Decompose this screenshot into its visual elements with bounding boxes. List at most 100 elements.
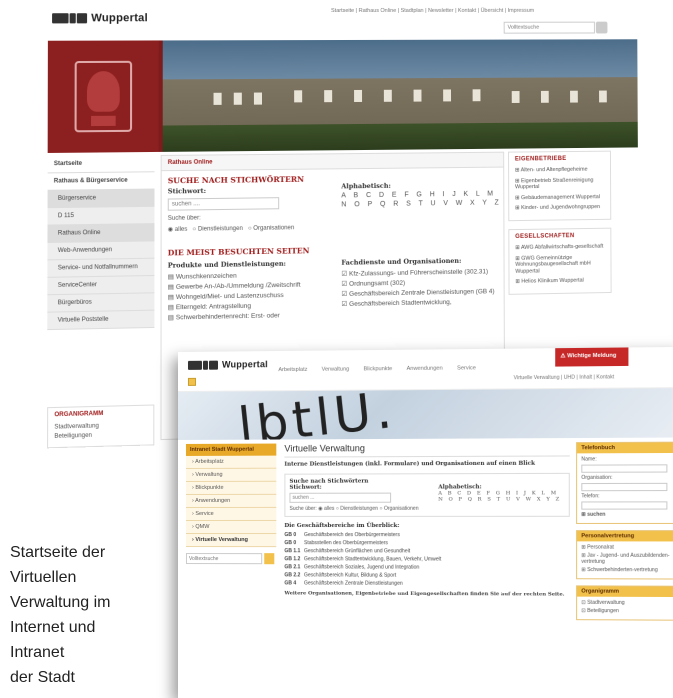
list-item[interactable]: ☑ Geschäftsbereich Stadtentwicklung, — [341, 297, 497, 308]
name-input[interactable] — [581, 464, 668, 473]
right-column: EIGENBETRIEBE ⊞ Alten- und Altenpflegehe… — [508, 150, 612, 303]
nav-d115[interactable]: D 115 — [47, 206, 155, 226]
sidebar-item-service[interactable]: › Service — [185, 507, 277, 521]
home-icon[interactable] — [187, 377, 196, 386]
eigenbetriebe-box: EIGENBETRIEBE ⊞ Alten- und Altenpflegehe… — [508, 150, 612, 222]
intranet-sidebar: Intranet Stadt Wuppertal › Arbeitsplatz … — [185, 443, 277, 565]
list-item[interactable]: ⊞ AWG Abfallwirtschafts-gesellschaft — [515, 244, 604, 252]
menu-blickpunkte[interactable]: Blickpunkte — [364, 366, 393, 372]
organisations-title: Fachdienste und Organisationen: — [341, 256, 462, 267]
intranet-sublinks[interactable]: Virtuelle Verwaltung | UHD | Inhalt | Ko… — [514, 374, 614, 381]
fulltext-search-input[interactable]: Volltextsuche — [503, 21, 595, 34]
sidebar-item-qmw[interactable]: › QMW — [185, 520, 277, 535]
nav-rathaus-buergerservice[interactable]: Rathaus & Bürgerservice — [47, 172, 155, 191]
alphabet-row-2[interactable]: N O P Q R S T U V W X Y Z — [438, 496, 561, 502]
name-label: Name: — [581, 456, 597, 463]
list-item[interactable]: ☑ Geschäftsbereich Zentrale Dienstleistu… — [341, 287, 497, 298]
nav-servicecenter[interactable]: ServiceCenter — [47, 275, 155, 296]
sidebar-item-anwendungen[interactable]: › Anwendungen — [185, 494, 277, 508]
organigramm-box: ORGANIGRAMM Stadtverwaltung Beteiligunge… — [47, 404, 155, 449]
page-intro: Interne Dienstleistungen (inkl. Formular… — [284, 460, 536, 468]
list-item[interactable]: ☑ Kfz-Zulassungs- und Führerscheinstelle… — [341, 267, 497, 278]
nav-buergerbueros[interactable]: Bürgerbüros — [47, 293, 155, 313]
list-item[interactable]: GB 1.1 Geschäftsbereich Grünflächen und … — [284, 548, 569, 555]
alphabet-label: Alphabetisch: — [341, 181, 391, 191]
organigramm-stadtverwaltung[interactable]: Stadtverwaltung — [54, 422, 147, 430]
radio-alles[interactable]: alles — [175, 227, 188, 233]
stichwort-input[interactable]: suchen ... — [289, 492, 392, 503]
telefonbuch-box: Telefonbuch Name: Organisation: Telefon:… — [576, 441, 673, 524]
list-item[interactable]: ▤ Schwerbehindertenrecht: Erst- oder — [168, 310, 328, 321]
sidebar-item-virtuelle-verwaltung[interactable]: › Virtuelle Verwaltung — [185, 534, 277, 548]
nav-web-anwendungen[interactable]: Web-Anwendungen — [47, 241, 155, 261]
list-item[interactable]: ⊞ Gebäudemanagement Wuppertal — [515, 194, 604, 202]
list-item[interactable]: ▤ Wunschkennzeichen — [168, 270, 328, 281]
nav-startseite[interactable]: Startseite — [47, 155, 155, 174]
list-item[interactable]: ▤ Wohngeld/Miet- und Lastenzuschuss — [168, 290, 328, 301]
products-column: Produkte und Dienstleistungen: ▤ Wunschk… — [168, 259, 328, 324]
radio-dienstleistungen[interactable]: Dienstleistungen — [198, 226, 243, 233]
menu-service[interactable]: Service — [457, 365, 476, 371]
alphabet-row-1[interactable]: A B C D E F G H I J K L M — [341, 190, 501, 200]
list-item[interactable]: ☑ Ordnungsamt (302) — [341, 277, 497, 288]
sidebar-search-input[interactable]: Volltextsuche — [185, 553, 263, 565]
list-item[interactable]: ⊞ Personalrat — [581, 544, 669, 550]
list-item[interactable]: ⊞ Helios Klinikum Wuppertal — [515, 278, 604, 286]
list-item[interactable]: ⊡ Beteiligungen — [581, 608, 669, 615]
radio-organisationen[interactable]: Organisationen — [253, 225, 294, 232]
menu-verwaltung[interactable]: Verwaltung — [322, 366, 350, 372]
logo-mark-icon — [187, 360, 218, 370]
list-item[interactable]: ⊞ Alten- und Altenpflegeheime — [515, 166, 604, 174]
alphabet-index: Alphabetisch: A B C D E F G H I J K L M … — [438, 484, 561, 502]
personalvertretung-title: Personalvertretung — [577, 531, 673, 542]
search-icon[interactable] — [264, 553, 275, 565]
menu-anwendungen[interactable]: Anwendungen — [407, 366, 443, 372]
gesellschaften-title: GESELLSCHAFTEN — [515, 233, 575, 240]
list-item[interactable]: GB 4 Geschäftsbereich Zentrale Dienstlei… — [284, 580, 569, 587]
list-item[interactable]: GB 0 Stabsstellen des Oberbürgermeisters — [284, 540, 569, 546]
menu-arbeitsplatz[interactable]: Arbeitsplatz — [278, 367, 307, 373]
sidebar-item-blickpunkte[interactable]: › Blickpunkte — [185, 481, 277, 495]
wuppertal-logo[interactable]: Wuppertal — [52, 12, 148, 24]
organisation-input[interactable] — [581, 482, 668, 492]
list-item[interactable]: GB 1.2 Geschäftsbereich Stadtentwicklung… — [284, 556, 569, 563]
caption-line: Verwaltung im — [10, 594, 111, 611]
list-item[interactable]: ⊞ Eigenbetrieb Straßenreinigung Wupperta… — [515, 177, 604, 191]
more-info-text: Weitere Organisationen, Eigenbetriebe un… — [284, 590, 565, 598]
stichwort-input[interactable]: suchen .... — [167, 197, 280, 211]
logo-text: Wuppertal — [222, 359, 268, 370]
nav-virtuelle-poststelle[interactable]: Virtuelle Poststelle — [47, 310, 155, 331]
sidebar-item-verwaltung[interactable]: › Verwaltung — [185, 468, 277, 482]
nav-buergerservice[interactable]: Bürgerservice — [47, 189, 155, 209]
sidebar-item-arbeitsplatz[interactable]: › Arbeitsplatz — [185, 455, 277, 469]
town-hall-photo — [162, 39, 638, 152]
alphabet-row-2[interactable]: N O P Q R S T U V W X Y Z — [341, 199, 501, 208]
search-icon[interactable] — [595, 21, 608, 34]
bereiche-title: Die Geschäftsbereiche im Überblick: — [284, 522, 400, 530]
list-item[interactable]: GB 0 Geschäftsbereich des Oberbürgermeis… — [284, 532, 569, 538]
list-item[interactable]: ⊞ GWG Gemeinnützige Wohnungsbaugesellsch… — [515, 254, 604, 275]
important-notice-button[interactable]: ⚠ Wichtige Meldung — [555, 347, 629, 367]
list-item[interactable]: ⊞ Schwerbehinderten-vertretung — [581, 567, 669, 573]
caption-line: Internet und — [10, 619, 96, 636]
search-scope-radios[interactable]: Suche über: ◉ alles ○ Dienstleistungen ○… — [289, 506, 564, 512]
list-item[interactable]: ▤ Gewerbe An-/Ab-/Ummeldung /Zweitschrif… — [168, 280, 328, 291]
list-item[interactable]: ▤ Elterngeld: Antragstellung — [168, 300, 328, 312]
personalvertretung-box: Personalvertretung ⊞ Personalrat ⊞ Jav -… — [576, 530, 673, 580]
list-item[interactable]: GB 2.2 Geschäftsbereich Kultur, Bildung … — [284, 572, 569, 579]
list-item[interactable]: ⊡ Stadtverwaltung — [581, 600, 669, 607]
radio-selected-icon[interactable]: ◉ — [168, 227, 175, 233]
list-item[interactable]: ⊞ Jav - Jugend- und Auszubildenden-vertr… — [581, 553, 669, 565]
list-item[interactable]: ⊞ Kinder- und Jugendwohngruppen — [515, 204, 604, 212]
list-item[interactable]: GB 2.1 Geschäftsbereich Soziales, Jugend… — [284, 564, 569, 571]
sidebar-head[interactable]: Intranet Stadt Wuppertal — [185, 443, 277, 456]
organisations-column: Fachdienste und Organisationen: ☑ Kfz-Zu… — [341, 256, 497, 320]
top-links[interactable]: Startseite | Rathaus Online | Stadtplan … — [331, 8, 534, 14]
logo-mark-icon — [52, 13, 88, 24]
organigramm-beteiligungen[interactable]: Beteiligungen — [54, 431, 147, 440]
intranet-logo[interactable]: Wuppertal — [187, 359, 268, 370]
phonebook-search-button[interactable]: ⊞ suchen — [581, 512, 669, 518]
telefon-input[interactable] — [581, 501, 668, 510]
nav-rathaus-online[interactable]: Rathaus Online — [47, 224, 155, 243]
nav-notfallnummern[interactable]: Service- und Notfallnummern — [47, 258, 155, 278]
